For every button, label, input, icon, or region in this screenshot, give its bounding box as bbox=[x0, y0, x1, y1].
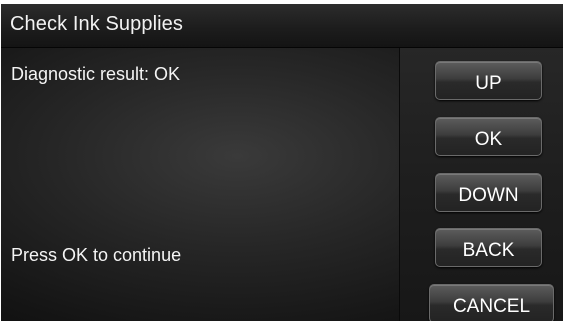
back-button[interactable]: BACK bbox=[435, 228, 542, 267]
printer-screen: Check Ink Supplies Diagnostic result: OK… bbox=[1, 4, 563, 321]
screen-title: Check Ink Supplies bbox=[10, 13, 184, 35]
ok-button[interactable]: OK bbox=[435, 117, 542, 156]
instruction-text: Press OK to continue bbox=[11, 245, 182, 265]
cancel-button[interactable]: CANCEL bbox=[429, 284, 554, 321]
button-panel: UP OK DOWN BACK CANCEL bbox=[399, 48, 563, 321]
message-area: Diagnostic result: OK Press OK to contin… bbox=[1, 48, 398, 321]
title-bar: Check Ink Supplies bbox=[1, 4, 563, 48]
up-button[interactable]: UP bbox=[435, 61, 542, 100]
down-button[interactable]: DOWN bbox=[435, 173, 542, 212]
diagnostic-result-text: Diagnostic result: OK bbox=[11, 64, 181, 84]
